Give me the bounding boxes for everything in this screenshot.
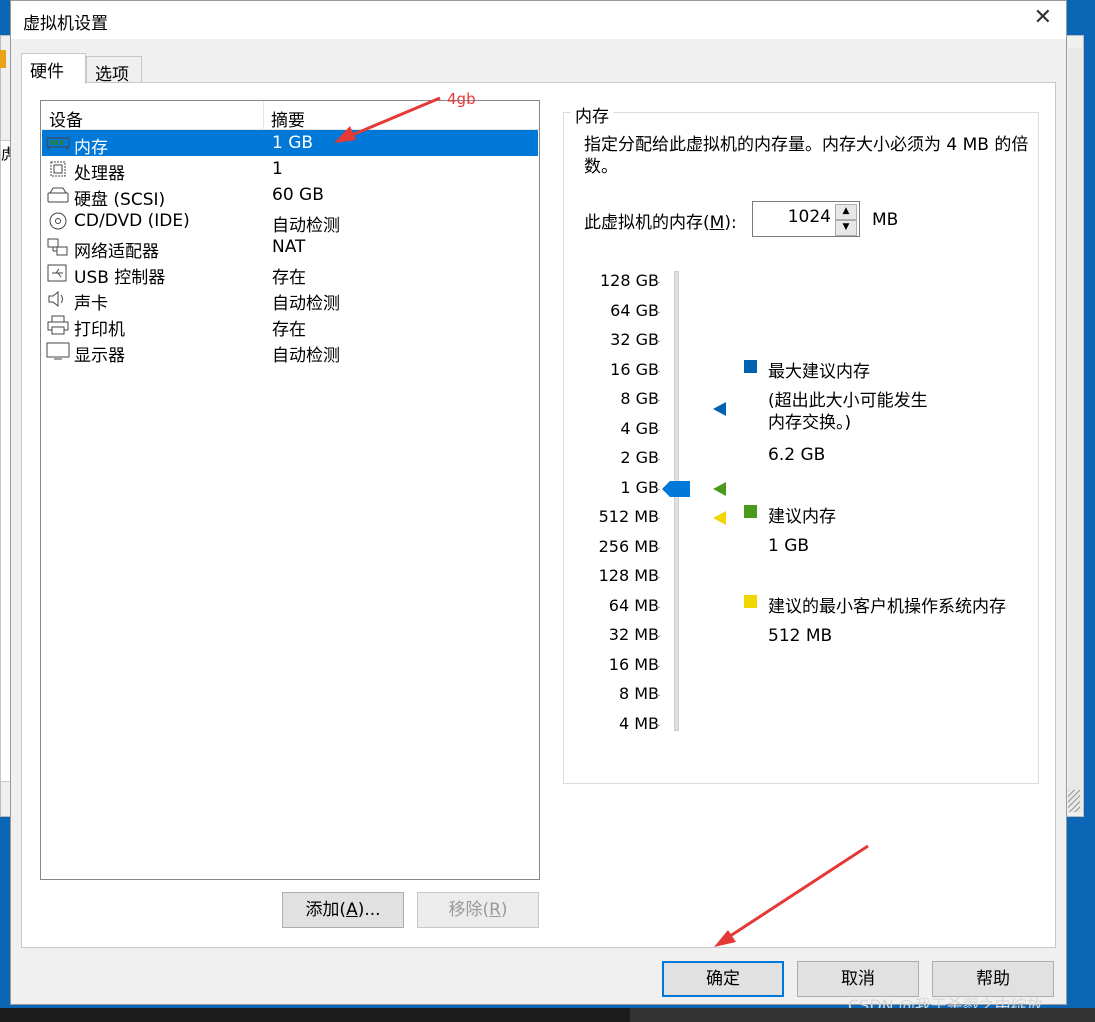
annotation-arrows xyxy=(334,96,869,947)
taskbar xyxy=(0,1008,1095,1022)
annotation-arrow-memory xyxy=(334,96,441,143)
annotation-text: 4gb xyxy=(447,90,476,108)
tab-hardware[interactable]: 硬件 xyxy=(21,53,86,84)
annotation-arrow-ok xyxy=(714,844,869,947)
